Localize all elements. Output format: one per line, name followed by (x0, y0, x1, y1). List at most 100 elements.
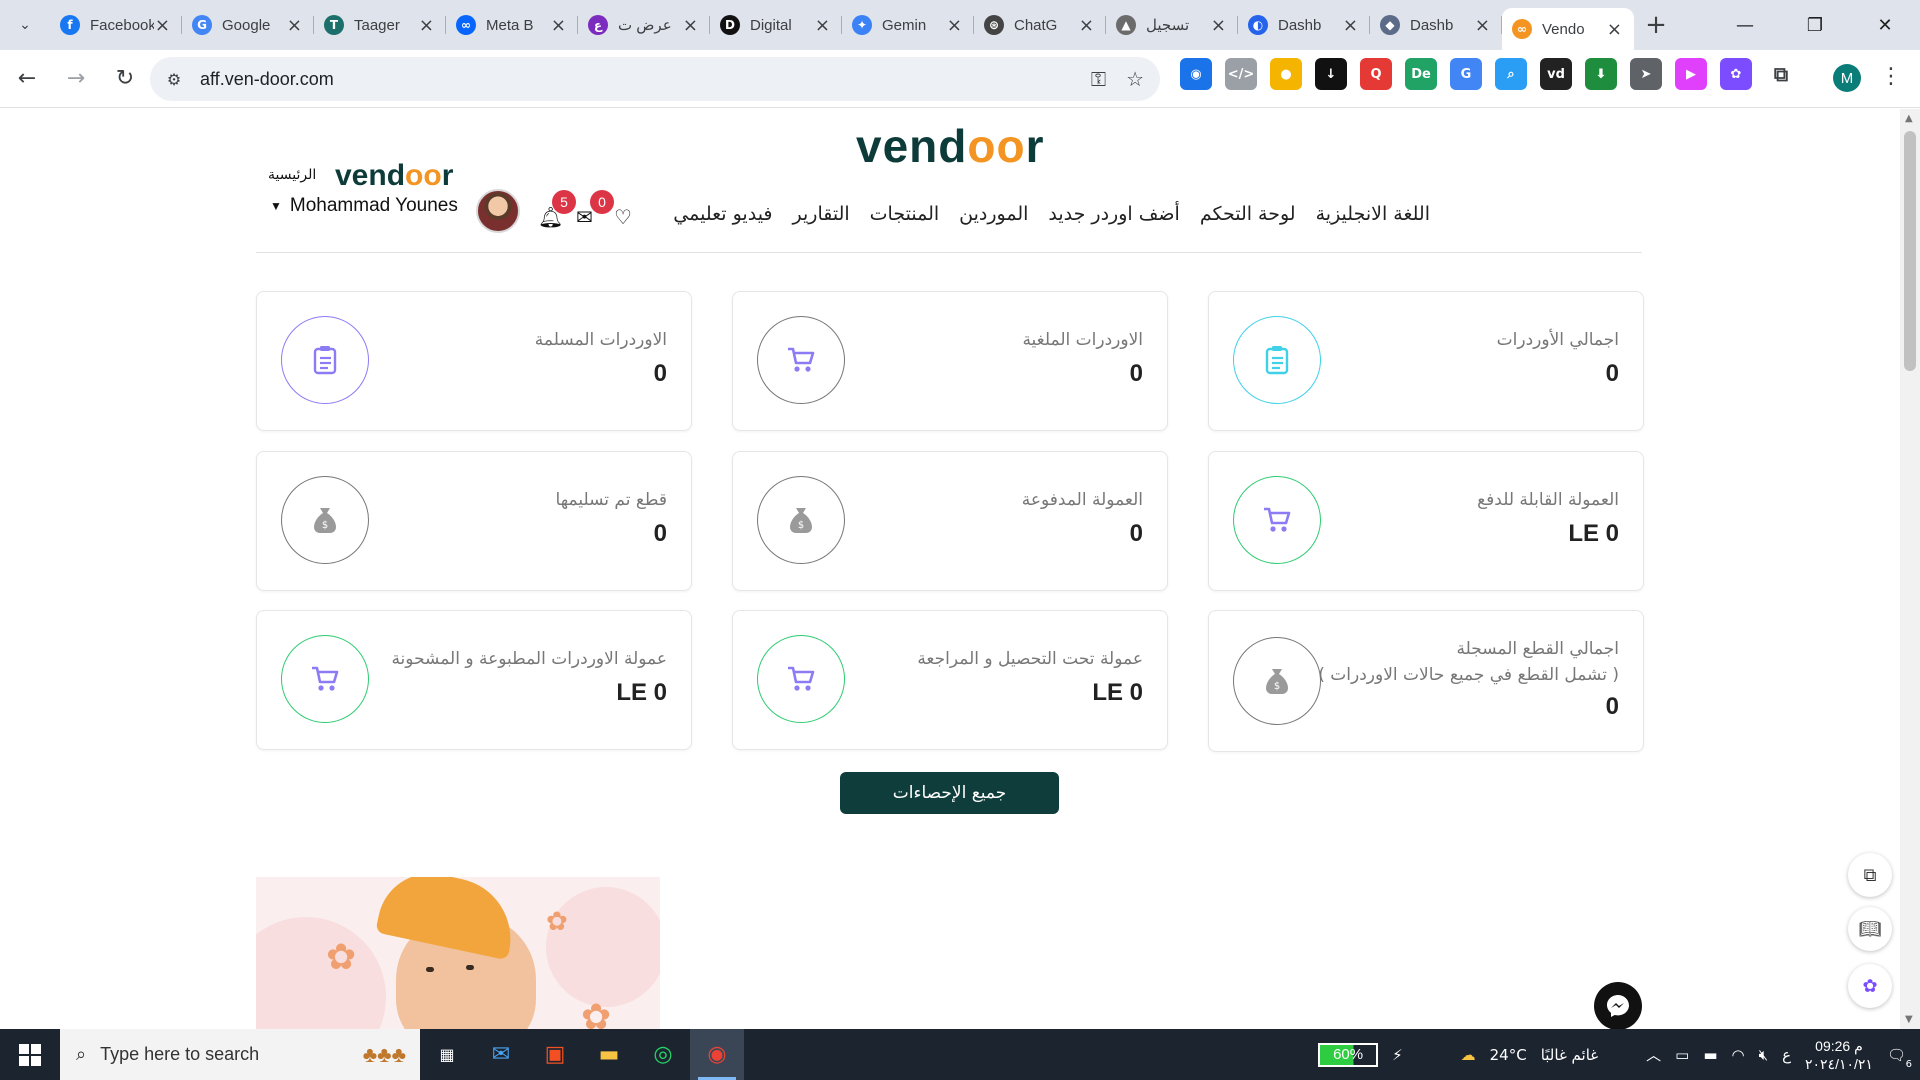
home-link[interactable]: الرئيسية (268, 167, 316, 183)
url-text[interactable]: aff.ven-door.com (200, 69, 334, 90)
user-menu[interactable]: ▼ Mohammad Younes (270, 195, 458, 217)
start-button[interactable] (0, 1029, 60, 1080)
tab-close-icon[interactable]: × (1475, 15, 1490, 36)
nav-item[interactable]: اللغة الانجليزية (1316, 203, 1430, 225)
tab-close-icon[interactable]: × (155, 15, 170, 36)
browser-tab[interactable]: D Digital × (710, 0, 842, 50)
tab-close-icon[interactable]: × (947, 15, 962, 36)
tab-close-icon[interactable]: × (1079, 15, 1094, 36)
svg-text:$: $ (798, 520, 804, 531)
mail-app-icon[interactable]: ✉ (474, 1029, 528, 1080)
extension-play-icon[interactable]: ▶ (1675, 58, 1707, 90)
extension-translate-icon[interactable]: G (1450, 58, 1482, 90)
extension-eye-icon[interactable]: ◉ (1180, 58, 1212, 90)
weather-text[interactable]: غائم غالبًا (1541, 1046, 1598, 1064)
extension-cursor-icon[interactable]: ➤ (1630, 58, 1662, 90)
chrome-app-icon[interactable]: ◉ (690, 1029, 744, 1080)
show-hidden-icons-chevron-icon[interactable]: ︿ (1646, 1044, 1661, 1065)
tab-close-icon[interactable]: × (1211, 15, 1226, 36)
browser-tab[interactable]: ∞ Vendo × (1502, 8, 1634, 50)
password-key-icon[interactable]: ⚿ (1091, 67, 1106, 91)
browser-tab[interactable]: ✦ Gemin × (842, 0, 974, 50)
input-language[interactable]: ع (1782, 1046, 1791, 1064)
browser-tab[interactable]: G Google × (182, 0, 314, 50)
mail-icon[interactable]: ✉ (576, 205, 593, 229)
tab-close-icon[interactable]: × (683, 15, 698, 36)
extension-code-icon[interactable]: </> (1225, 58, 1257, 90)
vendoor-logo[interactable]: vendoor (856, 119, 1044, 173)
ai-assistant-icon[interactable]: ✿ (1848, 964, 1892, 1008)
extension-zoom-icon[interactable]: ⌕ (1495, 58, 1527, 90)
device-icon[interactable]: ▭ (1675, 1046, 1689, 1064)
tab-favicon-icon: ع (588, 15, 608, 35)
tab-close-icon[interactable]: × (1343, 15, 1358, 36)
browser-tab[interactable]: ع عرض ت × (578, 0, 710, 50)
battery-indicator[interactable]: 60% (1318, 1042, 1379, 1067)
tab-search-button[interactable]: ⌄ (0, 0, 50, 50)
browser-tab[interactable]: ◐ Dashb × (1238, 0, 1370, 50)
reload-button[interactable]: ↻ (103, 57, 147, 101)
bookmark-star-icon[interactable]: ☆ (1126, 67, 1144, 91)
browser-menu-icon[interactable]: ⋮ (1880, 64, 1902, 89)
browser-tab[interactable]: f Facebook × (50, 0, 182, 50)
browser-tab[interactable]: ▲ تسجيل × (1106, 0, 1238, 50)
tab-close-icon[interactable]: × (419, 15, 434, 36)
profile-avatar[interactable]: M (1833, 64, 1861, 92)
file-explorer-icon[interactable]: ▬ (582, 1029, 636, 1080)
windows-taskbar: ⌕ Type here to search ♣♣♣ ▦ ✉ ▣ ▬ ◎ ◉ 60… (0, 1029, 1920, 1080)
new-tab-button[interactable]: + (1634, 0, 1678, 50)
nav-item[interactable]: لوحة التحكم (1200, 203, 1296, 225)
tab-close-icon[interactable]: × (551, 15, 566, 36)
translate-icon[interactable]: ⧉ (1848, 853, 1892, 897)
weather-cloud-icon[interactable]: ☁ (1461, 1046, 1476, 1064)
maximize-button[interactable]: ❐ (1780, 0, 1850, 50)
messenger-chat-icon[interactable] (1594, 982, 1642, 1029)
minimize-button[interactable]: — (1710, 0, 1780, 50)
battery-icon[interactable]: ▬ (1703, 1046, 1717, 1064)
taskbar-clock[interactable]: 09:26 م ٢٠٢٤/١٠/٢١ (1805, 1037, 1873, 1073)
nav-item[interactable]: الموردين (959, 203, 1028, 225)
notification-center-icon[interactable]: 🗨︎ 6 (1887, 1046, 1912, 1070)
extension-brain-icon[interactable]: ✿ (1720, 58, 1752, 90)
user-avatar[interactable] (476, 189, 520, 233)
store-app-icon[interactable]: ▣ (528, 1029, 582, 1080)
taskbar-search[interactable]: ⌕ Type here to search ♣♣♣ (60, 1029, 420, 1080)
browser-tab[interactable]: ⊛ ChatG × (974, 0, 1106, 50)
nav-item[interactable]: أضف اوردر جديد (1048, 203, 1179, 225)
whatsapp-icon[interactable]: ◎ (636, 1029, 690, 1080)
reader-mode-icon[interactable]: 📖︎ (1848, 907, 1892, 951)
cart-icon (1233, 476, 1321, 564)
forward-button[interactable]: → (54, 57, 98, 101)
heart-icon[interactable]: ♡ (614, 205, 632, 229)
extensions-puzzle-icon[interactable]: ⧉ (1765, 58, 1797, 90)
weather-temp[interactable]: 24°C (1490, 1046, 1527, 1064)
address-bar[interactable]: ⚙ aff.ven-door.com ⚿ ☆ (150, 57, 1160, 101)
vendoor-logo-small[interactable]: vendoor (335, 159, 453, 193)
wifi-icon[interactable]: ◠ (1732, 1046, 1745, 1064)
page-scrollbar[interactable]: ▲ ▼ (1900, 109, 1920, 1029)
volume-muted-icon[interactable]: 🔇︎ (1759, 1046, 1768, 1064)
close-window-button[interactable]: ✕ (1850, 0, 1920, 50)
nav-item[interactable]: التقارير (793, 203, 850, 225)
site-settings-icon[interactable]: ⚙ (154, 59, 194, 99)
tab-close-icon[interactable]: × (287, 15, 302, 36)
browser-tab[interactable]: ◆ Dashb × (1370, 0, 1502, 50)
extension-arrow-down-icon[interactable]: ⬇ (1585, 58, 1617, 90)
svg-text:$: $ (1274, 681, 1280, 692)
nav-item[interactable]: المنتجات (870, 203, 939, 225)
extension-vd-icon[interactable]: vd (1540, 58, 1572, 90)
nav-item[interactable]: فيديو تعليمي (673, 203, 772, 225)
extension-download-icon[interactable]: ↓ (1315, 58, 1347, 90)
all-stats-button[interactable]: جميع الإحصاءات (840, 772, 1059, 814)
scrollbar-thumb[interactable] (1904, 131, 1916, 371)
extension-user-icon[interactable]: ● (1270, 58, 1302, 90)
extension-search-icon[interactable]: Q (1360, 58, 1392, 90)
tab-close-icon[interactable]: × (1607, 19, 1622, 40)
browser-tab[interactable]: ∞ Meta B × (446, 0, 578, 50)
extension-de-icon[interactable]: De (1405, 58, 1437, 90)
task-view-icon[interactable]: ▦ (420, 1029, 474, 1080)
browser-tab[interactable]: T Taager × (314, 0, 446, 50)
tab-close-icon[interactable]: × (815, 15, 830, 36)
clipboard-icon (281, 316, 369, 404)
back-button[interactable]: ← (5, 57, 49, 101)
